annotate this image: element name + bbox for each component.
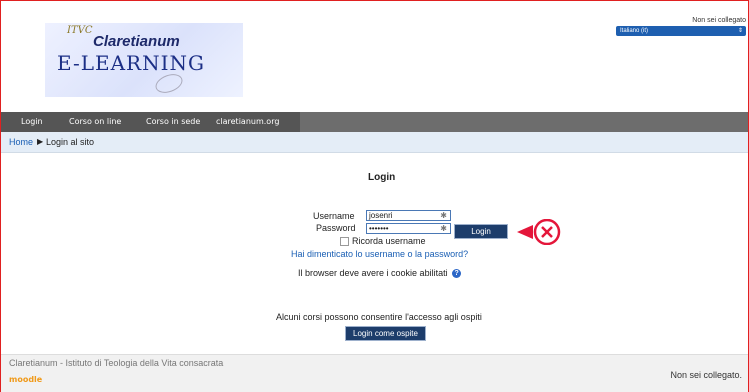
cookies-text: Il browser deve avere i cookie abilitati — [298, 268, 448, 278]
forgot-password-link[interactable]: Hai dimenticato lo username o la passwor… — [291, 249, 468, 259]
nav-item-corso-sede[interactable]: Corso in sede — [146, 112, 200, 132]
logo-itvc: ITVC — [67, 25, 93, 36]
cookies-notice: Il browser deve avere i cookie abilitati… — [298, 268, 462, 279]
guest-access-text: Alcuni corsi possono consentire l'access… — [276, 312, 482, 322]
username-label: Username — [313, 211, 355, 221]
page-footer: Claretianum - Istituto di Teologia della… — [1, 354, 748, 392]
remember-label: Ricorda username — [352, 236, 426, 246]
password-input[interactable]: ••••••• ✱ — [366, 223, 451, 234]
error-marker-icon — [517, 219, 561, 245]
select-arrows-icon: ⇕ — [737, 28, 743, 34]
nav-item-login[interactable]: Login — [21, 112, 43, 132]
password-label: Password — [316, 223, 356, 233]
main-nav: Login Corso on line Corso in sede claret… — [1, 112, 748, 132]
breadcrumb-current: Login al sito — [46, 137, 95, 147]
logo-title: Claretianum — [93, 33, 180, 50]
breadcrumb-home[interactable]: Home — [9, 137, 33, 147]
logo-elearning: E-LEARNING — [57, 51, 205, 75]
guest-login-button[interactable]: Login come ospite — [345, 326, 426, 341]
login-button[interactable]: Login — [454, 224, 508, 239]
language-area: Non sei collegato Italiano (it) ⇕ — [616, 17, 746, 36]
username-value: josenri — [369, 211, 393, 220]
page-header: ITVC Claretianum E-LEARNING Non sei coll… — [1, 1, 748, 112]
moodle-logo[interactable]: moodle — [9, 375, 42, 384]
required-icon: ✱ — [440, 224, 447, 233]
language-select[interactable]: Italiano (it) ⇕ — [616, 26, 746, 36]
breadcrumb-separator-icon: ▶ — [37, 137, 44, 146]
help-icon[interactable]: ? — [452, 269, 462, 279]
required-icon: ✱ — [440, 211, 447, 220]
nav-item-corso-online[interactable]: Corso on line — [69, 112, 121, 132]
remember-checkbox[interactable] — [340, 237, 349, 246]
breadcrumb: Home ▶ Login al sito — [1, 132, 748, 153]
password-value: ••••••• — [369, 224, 389, 233]
login-status: Non sei collegato — [692, 17, 746, 24]
site-logo[interactable]: ITVC Claretianum E-LEARNING — [45, 23, 243, 97]
login-heading: Login — [368, 172, 396, 183]
username-input[interactable]: josenri ✱ — [366, 210, 451, 221]
language-value: Italiano (it) — [620, 28, 649, 34]
footer-institution: Claretianum - Istituto di Teologia della… — [9, 358, 224, 368]
nav-item-claretianum[interactable]: claretianum.org — [216, 112, 279, 132]
footer-login-status: Non sei collegato. — [670, 370, 742, 380]
